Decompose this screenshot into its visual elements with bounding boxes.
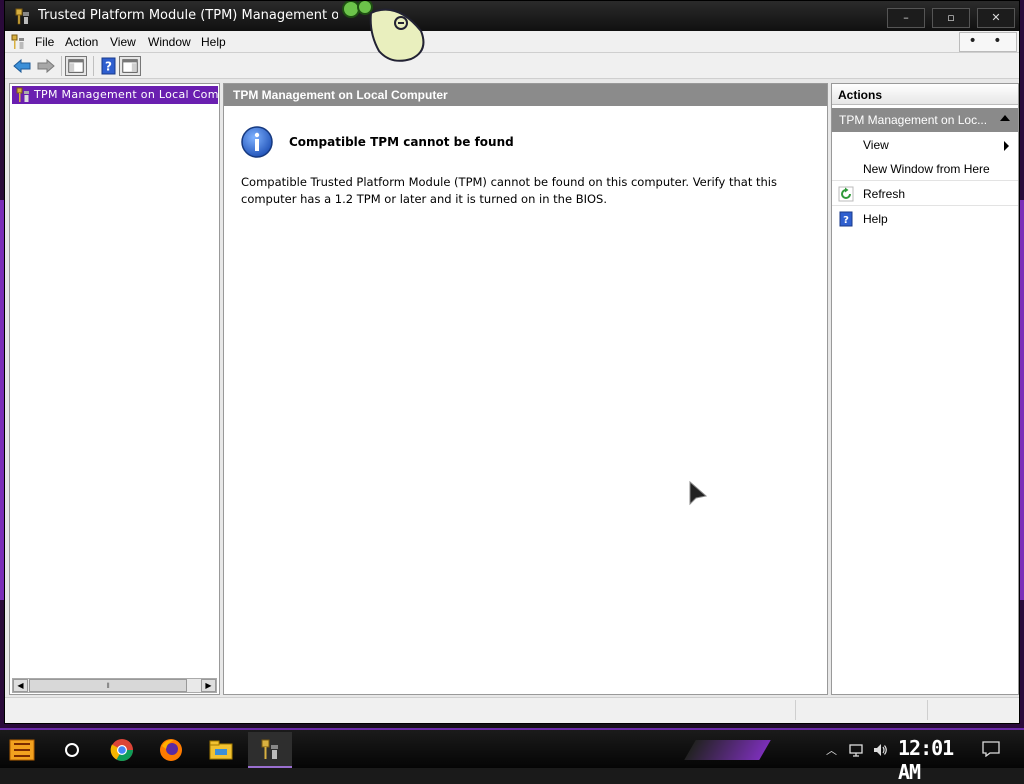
tpm-window: Trusted Platform Module (TPM) Management… xyxy=(4,0,1020,724)
status-cell xyxy=(927,700,1017,720)
actions-pane-title: Actions xyxy=(838,88,883,102)
toolbar-separator xyxy=(61,56,62,76)
action-view[interactable]: View xyxy=(832,133,1018,157)
action-label: Refresh xyxy=(863,187,906,201)
collapse-triangle-icon[interactable] xyxy=(1000,115,1010,121)
tpm-key-icon xyxy=(15,8,29,25)
file-explorer-icon[interactable] xyxy=(207,736,235,764)
result-pane-header: TPM Management on Local Computer xyxy=(224,84,827,106)
actions-pane: Actions TPM Management on Loc... View Ne… xyxy=(831,83,1019,695)
back-arrow-icon[interactable] xyxy=(11,56,33,76)
result-pane: TPM Management on Local Computer Compati… xyxy=(223,83,828,695)
svg-text:?: ? xyxy=(105,60,112,74)
cortana-icon[interactable] xyxy=(58,736,86,764)
forward-arrow-icon[interactable] xyxy=(35,56,57,76)
tray-chevron-icon[interactable]: ︿ xyxy=(826,742,838,757)
status-bar xyxy=(5,697,1019,723)
network-icon[interactable] xyxy=(848,742,864,758)
action-new-window[interactable]: New Window from Here xyxy=(832,157,1018,181)
help-icon[interactable]: ? xyxy=(98,56,120,76)
title-bar[interactable]: Trusted Platform Module (TPM) Management… xyxy=(5,1,1019,31)
mascot-sticker-icon xyxy=(342,1,425,62)
menu-view[interactable]: View xyxy=(110,35,136,50)
tree-item-tpm-management[interactable]: TPM Management on Local Computer xyxy=(12,86,218,104)
actions-section-label: TPM Management on Loc... xyxy=(839,113,988,127)
menu-help[interactable]: Help xyxy=(201,35,226,50)
maximize-button[interactable]: ▫ xyxy=(932,8,970,28)
firefox-icon[interactable] xyxy=(157,736,185,764)
menu-action[interactable]: Action xyxy=(65,35,98,50)
toolbar-separator xyxy=(93,56,94,76)
help-icon: ? xyxy=(839,211,853,227)
menu-bar: File Action View Window Help • • • xyxy=(5,31,1019,65)
horizontal-scrollbar[interactable]: ◀ ⦀ ▶ xyxy=(12,678,217,693)
close-button[interactable]: ✕ xyxy=(977,8,1015,28)
svg-text:?: ? xyxy=(843,215,849,226)
status-cell xyxy=(795,700,925,720)
taskbar-clock[interactable]: 12:01 AM xyxy=(898,736,970,784)
volume-icon[interactable] xyxy=(872,742,888,758)
tree-item-label: TPM Management on Local Computer xyxy=(34,88,218,101)
scroll-thumb[interactable]: ⦀ xyxy=(29,679,187,692)
toolbar: ? xyxy=(5,53,1019,79)
tpm-icon xyxy=(261,739,278,759)
start-icon[interactable] xyxy=(8,736,36,764)
action-label: Help xyxy=(863,212,888,226)
mouse-cursor-icon xyxy=(689,480,708,506)
action-refresh[interactable]: Refresh xyxy=(832,182,1018,206)
minimize-button[interactable]: – xyxy=(887,8,925,28)
action-help[interactable]: ? Help xyxy=(832,207,1018,231)
actions-pane-header: Actions xyxy=(832,84,1018,105)
chrome-icon[interactable] xyxy=(108,736,136,764)
taskbar-tpm-app[interactable] xyxy=(248,732,292,768)
message-body: Compatible Trusted Platform Module (TPM)… xyxy=(241,175,777,206)
menu-window[interactable]: Window xyxy=(148,35,191,50)
console-tree-pane: TPM Management on Local Computer ◀ ⦀ ▶ xyxy=(9,83,220,695)
action-label: View xyxy=(863,138,889,152)
submenu-arrow-icon xyxy=(1004,141,1009,151)
refresh-icon xyxy=(838,186,854,202)
message-title: Compatible TPM cannot be found xyxy=(289,135,514,149)
notification-icon[interactable] xyxy=(982,741,1000,757)
system-menu-icon[interactable] xyxy=(10,34,26,50)
result-pane-title: TPM Management on Local Computer xyxy=(233,88,448,102)
tpm-key-icon xyxy=(16,87,29,102)
scroll-left-button[interactable]: ◀ xyxy=(13,679,28,692)
info-icon xyxy=(241,126,273,158)
overflow-menu-button[interactable]: • • • xyxy=(959,32,1017,65)
taskbar: ︿ 12:01 AM xyxy=(0,728,1024,784)
taskbar-decoration xyxy=(684,740,771,760)
actions-section-header[interactable]: TPM Management on Loc... xyxy=(832,108,1018,132)
action-label: New Window from Here xyxy=(863,162,990,176)
show-hide-tree-icon[interactable] xyxy=(65,56,87,76)
window-title: Trusted Platform Module (TPM) Management… xyxy=(38,8,338,23)
menu-file[interactable]: File xyxy=(35,35,54,50)
scroll-right-button[interactable]: ▶ xyxy=(201,679,216,692)
show-hide-action-pane-icon[interactable] xyxy=(119,56,141,76)
